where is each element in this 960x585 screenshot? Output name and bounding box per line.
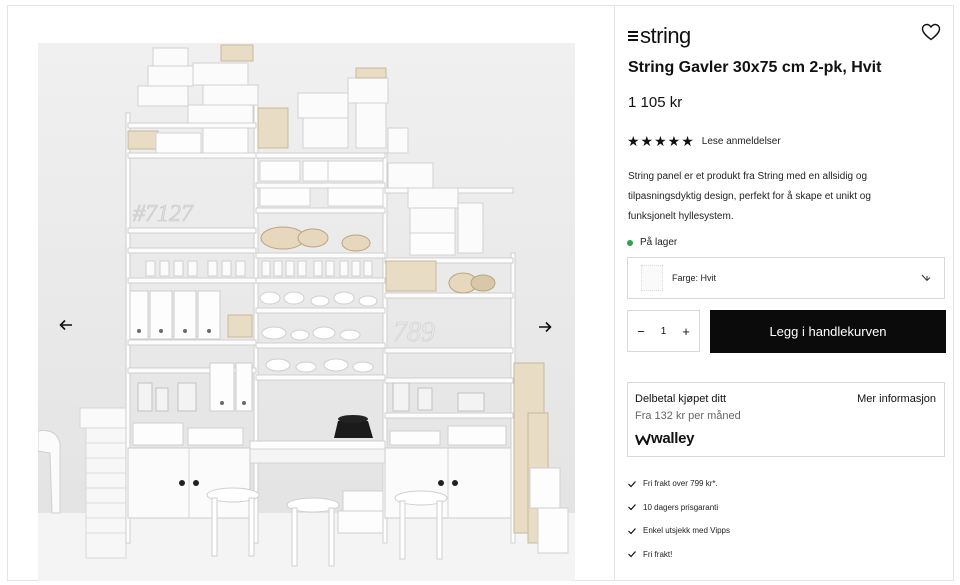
gallery-prev-arrow[interactable] [51, 310, 81, 340]
usp-item: Fri frakt over 799 kr*. [627, 472, 730, 496]
quantity-decrease-button[interactable]: − [635, 324, 647, 339]
usp-item: 10 dagers prisgaranti [627, 496, 730, 520]
installment-box: Delbetal kjøpet ditt Mer informasjon Fra… [627, 382, 945, 457]
variant-label: Farge: Hvit [672, 273, 717, 283]
quantity-increase-button[interactable]: + [680, 324, 692, 339]
quantity-value[interactable]: 1 [661, 326, 667, 337]
usp-label: Fri frakt over 799 kr*. [643, 479, 718, 489]
product-description: String panel er et produkt fra String me… [628, 171, 871, 222]
more-info-link[interactable]: Mer informasjon [857, 393, 936, 405]
wishlist-button[interactable] [921, 23, 943, 43]
product-rating: ★★★★★ Lese anmeldelser [627, 133, 781, 150]
heart-icon [921, 23, 941, 41]
check-icon [628, 527, 636, 535]
quantity-stepper: − 1 + [627, 310, 700, 352]
usp-label: Fri frakt! [643, 549, 673, 559]
check-icon [628, 504, 636, 511]
shelving-photo: #7127 789 [38, 43, 575, 581]
stock-status: På lager [627, 237, 677, 248]
usp-label: Enkel utsjekk med Vipps [643, 526, 731, 536]
installment-title: Delbetal kjøpet ditt [635, 393, 727, 405]
check-icon [628, 551, 636, 558]
usp-item: Enkel utsjekk med Vipps [627, 519, 730, 543]
brand-logo[interactable]: string [628, 23, 691, 49]
product-price: 1 105 kr [628, 94, 683, 111]
check-icon [628, 480, 636, 488]
stock-label: På lager [640, 237, 678, 248]
add-to-cart-button[interactable]: Legg i handlekurven [710, 310, 946, 353]
walley-logo-text: walley [651, 430, 695, 447]
color-swatch [641, 265, 663, 291]
svg-text:789: 789 [393, 317, 435, 348]
rating-stars: ★★★★★ [627, 133, 695, 149]
usp-item: Fri frakt! [627, 543, 730, 567]
gallery-next-arrow[interactable] [530, 312, 560, 342]
brand-logo-mark [628, 29, 638, 43]
svg-text:#7127: #7127 [133, 201, 194, 227]
arrow-left-icon [59, 319, 72, 331]
chevron-down-icon [921, 274, 931, 281]
product-title: String Gavler 30x75 cm 2-pk, Hvit [628, 59, 882, 76]
usp-list: Fri frakt over 799 kr*. 10 dagers prisga… [627, 472, 730, 566]
stock-dot-icon [627, 239, 633, 246]
walley-mark [635, 433, 651, 445]
usp-label: 10 dagers prisgaranti [643, 502, 719, 512]
read-reviews-link[interactable]: Lese anmeldelser [702, 136, 781, 147]
walley-logo: walley [635, 430, 695, 447]
product-panel: string String Gavler 30x75 cm 2-pk, Hvit… [615, 5, 954, 581]
product-image: #7127 789 [38, 43, 575, 581]
installment-subtitle: Fra 132 kr per måned [635, 410, 741, 422]
arrow-right-icon [539, 321, 552, 333]
brand-logo-text: string [640, 23, 691, 48]
color-variant-select[interactable]: Farge: Hvit [627, 257, 945, 299]
